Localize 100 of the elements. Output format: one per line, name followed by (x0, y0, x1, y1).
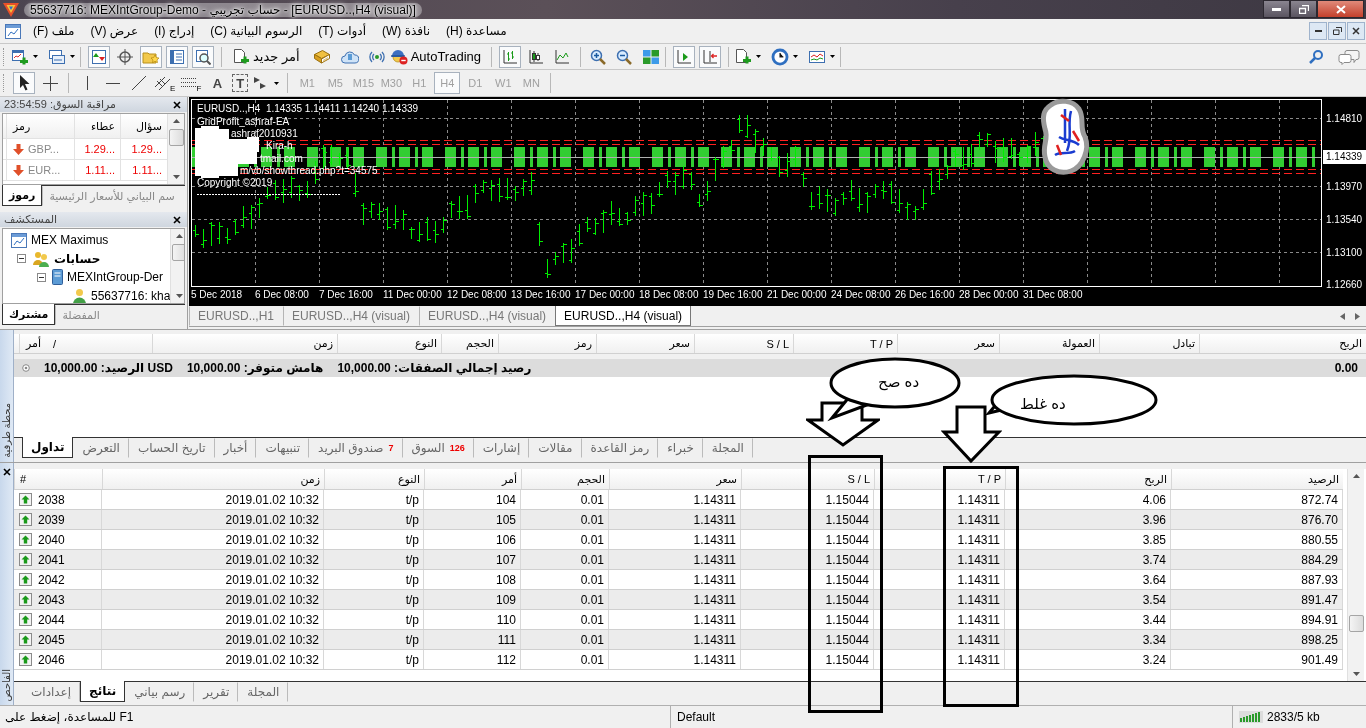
panel-tab[interactable]: مشترك (2, 304, 56, 325)
collapse-icon[interactable] (37, 272, 46, 282)
view-toggle-button[interactable] (140, 45, 162, 68)
chart-tab[interactable]: EURUSD..,H4 (visual) (555, 306, 692, 326)
minimize-button[interactable] (1263, 0, 1290, 18)
symbol-name[interactable]: EUR... (28, 164, 61, 176)
tree-item[interactable]: 55637716: kha (91, 288, 171, 303)
scroll-down-icon[interactable] (1352, 672, 1360, 676)
table-row[interactable]: 2040 2019.01.02 10:32 t/p 106 0.01 1.14311 1.15044 1.14311 3.85 880.55 (14, 530, 1343, 550)
panel-tab[interactable]: أخبار (214, 438, 257, 458)
scroll-thumb[interactable] (1348, 615, 1364, 632)
scroll-up-icon[interactable] (175, 234, 183, 238)
column-header[interactable]: زمن (313, 337, 333, 350)
column-header[interactable]: رمز (574, 337, 592, 350)
column-header[interactable]: النوع (398, 472, 420, 486)
label-tool-button[interactable]: T (232, 74, 249, 92)
panel-tab[interactable]: مقالات (529, 438, 582, 458)
column-header[interactable]: رمز (6, 114, 74, 138)
menu-item[interactable]: (V) عرض (82, 24, 147, 38)
column-header[interactable]: الربح (1144, 472, 1167, 486)
new-order-button[interactable]: أمر جديد (229, 45, 303, 68)
scroll-down-icon[interactable] (175, 294, 183, 298)
symbol-name[interactable]: GBP... (28, 143, 59, 155)
view-toggle-button[interactable] (166, 45, 188, 68)
menu-item[interactable]: (H) مساعدة (438, 24, 515, 38)
book-icon[interactable] (312, 48, 331, 65)
channel-tool-button[interactable]: E (154, 72, 177, 94)
zoom-out-icon[interactable] (616, 48, 632, 65)
column-header[interactable]: سعر (716, 472, 737, 486)
zoom-in-icon[interactable] (590, 48, 606, 65)
scroll-left-icon[interactable] (1340, 312, 1345, 320)
view-toggle-button[interactable] (88, 45, 110, 68)
stacked-windows-icon[interactable] (48, 48, 66, 65)
column-header[interactable]: T / P (977, 473, 1001, 485)
chart-tab[interactable]: EURUSD..,H1 (189, 306, 283, 326)
chart-window-icon[interactable] (808, 48, 826, 65)
scrollbar[interactable] (170, 229, 184, 303)
panel-tab[interactable]: تاريخ الحساب (128, 438, 215, 458)
panel-tab[interactable]: خبراء (658, 438, 703, 458)
panel-tab[interactable]: إشارات (473, 438, 530, 458)
scroll-thumb[interactable] (171, 244, 184, 261)
table-row[interactable]: 2045 2019.01.02 10:32 t/p 111 0.01 1.14311 1.15044 1.14311 3.34 898.25 (14, 630, 1343, 650)
table-row[interactable]: 2042 2019.01.02 10:32 t/p 108 0.01 1.14311 1.15044 1.14311 3.64 887.93 (14, 570, 1343, 590)
column-header[interactable]: T / P (869, 337, 893, 350)
price-chart[interactable] (189, 97, 1366, 306)
column-header[interactable]: الرصيد (1308, 472, 1339, 486)
collapse-icon[interactable] (17, 254, 26, 264)
column-header[interactable]: سعر (974, 337, 995, 350)
caret-icon[interactable] (756, 55, 761, 58)
tree-item[interactable]: MEXIntGroup-Der (67, 270, 164, 285)
chart-tab[interactable]: EURUSD..,H4 (visual) (419, 306, 556, 326)
search-icon[interactable] (1308, 48, 1324, 65)
close-icon[interactable] (173, 215, 181, 224)
cursor-tool-button[interactable] (13, 72, 35, 94)
panel-tab[interactable]: تقرير (194, 682, 239, 702)
scroll-thumb[interactable] (168, 129, 184, 146)
panel-tab[interactable]: نتائج (80, 681, 126, 702)
chart-scroll-button[interactable] (699, 45, 721, 68)
window-plus-icon[interactable] (11, 48, 29, 65)
autotrading-button[interactable]: AutoTrading (386, 45, 484, 68)
column-header[interactable]: أمر (501, 472, 517, 486)
close-icon[interactable] (2, 468, 11, 476)
column-header[interactable]: S / L (847, 473, 870, 485)
column-header[interactable]: سعر (669, 337, 690, 350)
chat-icon[interactable] (1338, 48, 1360, 65)
view-toggle-button[interactable] (192, 45, 214, 68)
close-icon[interactable] (173, 100, 181, 109)
table-row[interactable]: 2044 2019.01.02 10:32 t/p 110 0.01 1.14311 1.15044 1.14311 3.44 894.91 (14, 610, 1343, 630)
close-button[interactable] (1317, 0, 1364, 18)
tree-item[interactable]: حسابات (54, 251, 101, 266)
restore-button[interactable] (1290, 0, 1317, 18)
panel-tab[interactable]: رمز القاعدة (581, 438, 659, 458)
chart-scroll-button[interactable] (673, 45, 695, 68)
panel-tab[interactable]: إعدادات (22, 682, 81, 702)
panel-tab[interactable]: المجلة (702, 438, 753, 458)
panel-tab[interactable]: تداول (22, 437, 74, 458)
column-header[interactable]: # (20, 473, 27, 485)
tiles-icon[interactable] (642, 48, 660, 65)
restore-button[interactable] (1328, 22, 1346, 40)
caret-icon[interactable] (274, 81, 280, 85)
scroll-right-icon[interactable] (1355, 312, 1360, 320)
panel-tab[interactable]: المجلة (238, 682, 289, 702)
caret-icon[interactable] (33, 55, 38, 58)
menu-item[interactable]: (I) إدراج (146, 24, 203, 38)
menu-item[interactable]: (F) ملف (25, 24, 83, 38)
panel-tab[interactable]: رموز (2, 185, 43, 206)
column-header[interactable]: أمر (26, 337, 42, 350)
caret-icon[interactable] (793, 55, 798, 58)
caret-icon[interactable] (70, 55, 75, 58)
table-row[interactable]: 2039 2019.01.02 10:32 t/p 105 0.01 1.14311 1.15044 1.14311 3.96 876.70 (14, 510, 1343, 530)
scroll-down-icon[interactable] (172, 175, 180, 179)
menu-item[interactable]: (C) الرسوم البيانية (202, 24, 311, 38)
menu-item[interactable]: (W) نافذة (374, 24, 439, 38)
scrollbar[interactable] (167, 114, 184, 184)
tree-item[interactable]: MEX Maximus (31, 233, 109, 248)
column-header[interactable]: عطاء (74, 114, 120, 138)
cloud-icon[interactable] (340, 48, 359, 65)
caret-icon[interactable] (830, 55, 835, 58)
column-header[interactable]: زمن (300, 472, 320, 486)
table-row[interactable]: 2046 2019.01.02 10:32 t/p 112 0.01 1.14311 1.15044 1.14311 3.24 901.49 (14, 650, 1343, 670)
